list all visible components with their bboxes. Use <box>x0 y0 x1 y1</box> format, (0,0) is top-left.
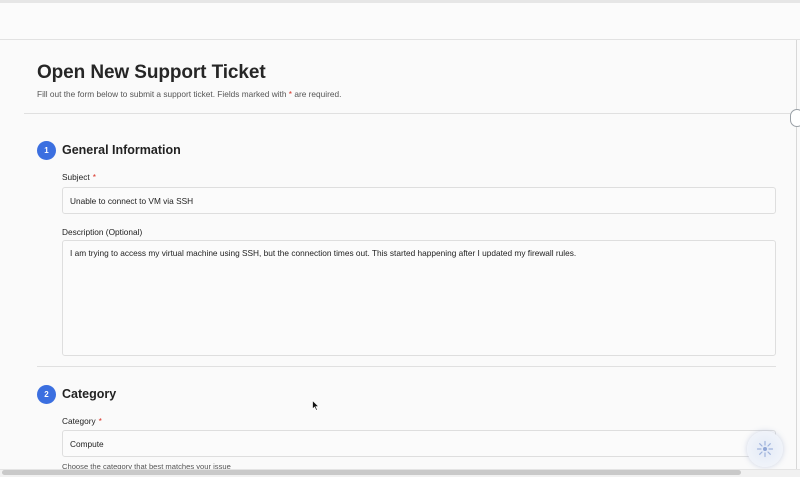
section-title-general-information: General Information <box>62 143 181 157</box>
step-badge-1: 1 <box>37 141 56 160</box>
subject-label: Subject * <box>62 172 96 182</box>
subject-label-text: Subject <box>62 172 90 182</box>
category-label: Category * <box>62 416 102 426</box>
description-label: Description (Optional) <box>62 227 143 237</box>
subtitle-text-end: are required. <box>294 89 342 99</box>
subject-input[interactable]: Unable to connect to VM via SSH <box>62 187 776 214</box>
section-divider <box>37 366 776 367</box>
content-edge <box>796 40 797 470</box>
category-label-text: Category <box>62 416 96 426</box>
assistant-chat-button[interactable] <box>747 431 783 467</box>
horizontal-scrollbar-thumb[interactable] <box>2 470 741 475</box>
step-badge-2: 2 <box>37 385 56 404</box>
mouse-pointer-icon <box>312 400 320 411</box>
page-subtitle: Fill out the form below to submit a supp… <box>37 89 341 99</box>
subject-required-asterisk: * <box>92 172 96 182</box>
required-asterisk: * <box>288 89 293 99</box>
category-select[interactable]: Compute <box>62 430 776 457</box>
top-header-bar <box>0 3 800 40</box>
description-textarea[interactable]: I am trying to access my virtual machine… <box>62 240 776 356</box>
header-divider <box>24 113 790 114</box>
assistant-sparkle-icon <box>756 440 774 458</box>
side-panel-handle[interactable] <box>790 109 800 127</box>
subtitle-text: Fill out the form below to submit a supp… <box>37 89 287 99</box>
category-required-asterisk: * <box>98 416 102 426</box>
section-title-category: Category <box>62 387 117 401</box>
page-title: Open New Support Ticket <box>37 62 266 83</box>
